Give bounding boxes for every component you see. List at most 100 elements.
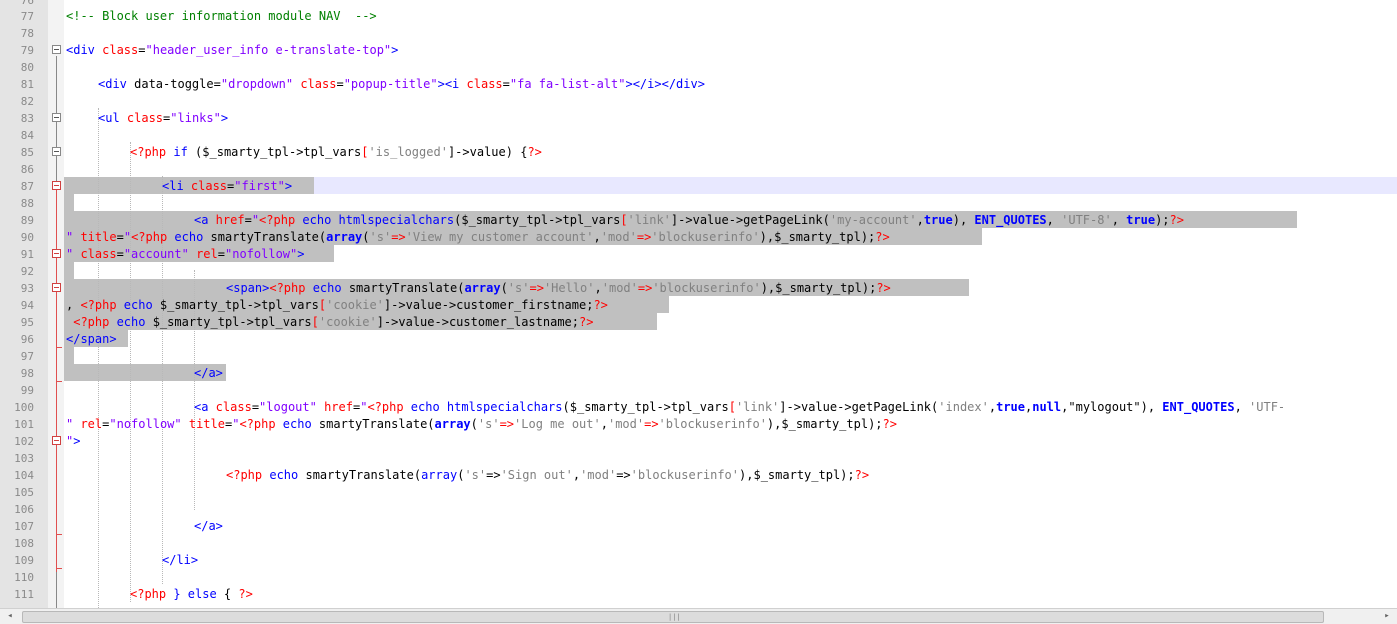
code-line[interactable]: " class="account" rel="nofollow">: [66, 246, 304, 263]
code-comment: <!-- Block user information module NAV -…: [66, 9, 377, 23]
code-token: ),: [759, 230, 775, 244]
code-editor[interactable]: 76 77 78 79 80 81 82 83 84 85 86 87 88 8…: [0, 0, 1397, 608]
fold-toggle-icon[interactable]: [52, 436, 61, 445]
code-token: ,: [572, 468, 581, 482]
code-line[interactable]: <a class="logout" href="<?php echo htmls…: [194, 399, 1285, 416]
code-token: value: [469, 145, 506, 159]
code-token: smartyTranslate: [341, 281, 458, 295]
code-token: <li: [162, 179, 184, 193]
code-token: htmlspecialchars: [331, 213, 455, 227]
line-number: 100: [14, 401, 34, 414]
code-token: 'cookie': [326, 298, 384, 312]
line-number: 86: [20, 163, 34, 176]
code-line[interactable]: <?php if ($_smarty_tpl->tpl_vars['is_log…: [130, 144, 542, 161]
code-token: );: [840, 468, 855, 482]
code-token: 'blockuserinfo': [652, 281, 761, 295]
code-line[interactable]: , <?php echo $_smarty_tpl->tpl_vars['coo…: [66, 297, 608, 314]
code-token: htmlspecialchars: [439, 400, 563, 414]
fold-toggle-icon[interactable]: [52, 283, 61, 292]
code-line[interactable]: " rel="nofollow" title="<?php echo smart…: [66, 416, 897, 433]
code-token: ),: [766, 417, 782, 431]
code-token: class: [459, 77, 503, 91]
scroll-right-arrow-icon[interactable]: ▸: [1379, 609, 1395, 624]
code-token: }: [166, 587, 181, 601]
code-line[interactable]: <!-- Block user information module NAV -…: [66, 8, 377, 25]
code-token: ]->: [779, 400, 801, 414]
code-line[interactable]: </li>: [162, 552, 198, 569]
code-line[interactable]: <?php echo smartyTranslate(array('s'=>'S…: [226, 467, 869, 484]
line-number: 79: [20, 44, 34, 57]
code-token: 'blockuserinfo': [658, 417, 767, 431]
line-number: 104: [14, 469, 34, 482]
code-token: (: [500, 281, 508, 295]
line-number: 102: [14, 435, 34, 448]
fold-toggle-icon[interactable]: [52, 181, 61, 190]
code-token: $_smarty_tpl: [569, 400, 657, 414]
code-token: customer_lastname: [448, 315, 572, 329]
code-token: "fa fa-list-alt": [509, 77, 626, 91]
line-number: 83: [20, 112, 34, 125]
code-token: smartyTranslate: [311, 417, 428, 431]
code-line[interactable]: <?php echo $_smarty_tpl->tpl_vars['cooki…: [66, 314, 593, 331]
code-token: href: [208, 213, 245, 227]
code-token: 'UTF-8': [1053, 213, 1112, 227]
code-token: <?php: [130, 587, 167, 601]
code-line[interactable]: " title="<?php echo smartyTranslate(arra…: [66, 229, 890, 246]
code-token: );: [861, 281, 877, 295]
code-token: "header_user_info e-translate-top": [145, 43, 392, 57]
code-token: (: [427, 417, 435, 431]
line-number: 91: [20, 248, 34, 261]
fold-toggle-icon[interactable]: [52, 147, 61, 156]
code-token: ?>: [593, 298, 608, 312]
code-token: 'View my customer account': [405, 230, 594, 244]
code-token: "first": [234, 179, 285, 193]
line-number: 111: [14, 588, 34, 601]
code-token: tpl_vars: [562, 213, 621, 227]
code-token: <a: [194, 400, 209, 414]
code-token: 'mod': [601, 281, 638, 295]
horizontal-scrollbar[interactable]: ◂ ||| ▸: [0, 608, 1397, 624]
code-token: ,: [988, 400, 997, 414]
code-line[interactable]: <a href="<?php echo htmlspecialchars ($_s…: [194, 212, 1184, 229]
code-line[interactable]: <ul class="links">: [98, 110, 228, 127]
scrollbar-thumb[interactable]: |||: [22, 611, 1324, 623]
code-token: <?php: [73, 315, 110, 329]
code-token: ->: [239, 315, 254, 329]
code-token: 'link': [627, 213, 671, 227]
code-token: $_smarty_tpl: [145, 315, 240, 329]
code-token: ?>: [875, 230, 890, 244]
code-token: <ul: [98, 111, 120, 125]
fold-toggle-icon[interactable]: [52, 249, 61, 258]
code-line[interactable]: </span>: [66, 331, 117, 348]
fold-toggle-icon[interactable]: [52, 113, 61, 122]
code-token: value: [692, 213, 729, 227]
code-line[interactable]: <?php } else { ?>: [130, 586, 253, 603]
code-token: class: [183, 179, 228, 193]
code-token: 'cookie': [318, 315, 377, 329]
code-line[interactable]: <div class="header_user_info e-translate…: [66, 42, 398, 59]
code-token: $_smarty_tpl: [775, 281, 862, 295]
code-token: ,: [1046, 213, 1054, 227]
code-line[interactable]: <div data-toggle="dropdown" class="popup…: [98, 76, 705, 93]
code-token: <?php: [269, 281, 306, 295]
code-line[interactable]: <span><?php echo smartyTranslate(array('…: [226, 280, 891, 297]
code-token: <a: [194, 213, 209, 227]
code-token: 's': [369, 230, 392, 244]
code-line[interactable]: </a>: [194, 365, 223, 382]
fold-toggle-icon[interactable]: [52, 45, 61, 54]
code-token: class: [293, 77, 337, 91]
line-number: 90: [20, 231, 34, 244]
code-line[interactable]: <li class="first">: [162, 178, 292, 195]
code-token: (: [562, 400, 570, 414]
code-token: ]->: [670, 213, 693, 227]
code-token: class: [119, 111, 164, 125]
code-line[interactable]: ">: [66, 433, 80, 450]
code-token: ->: [434, 315, 449, 329]
scroll-left-arrow-icon[interactable]: ◂: [2, 609, 18, 624]
code-token: echo: [403, 400, 440, 414]
code-line[interactable]: </a>: [194, 518, 223, 535]
code-token: 'my-account': [829, 213, 917, 227]
code-token: getPageLink: [851, 400, 932, 414]
code-token: smartyTranslate: [203, 230, 319, 244]
code-token: >: [297, 247, 305, 261]
